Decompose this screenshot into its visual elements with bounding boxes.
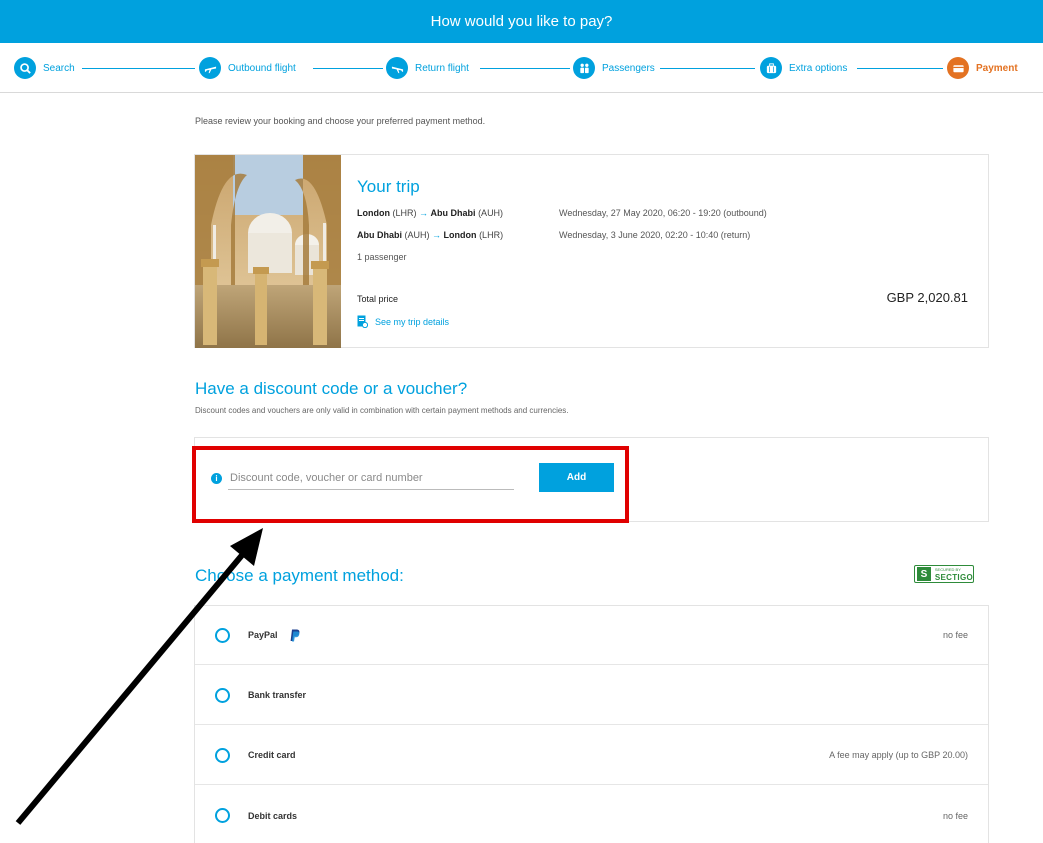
total-price-value: GBP 2,020.81 <box>886 290 968 305</box>
step-search[interactable]: Search <box>14 57 79 79</box>
payment-methods-list: PayPal no fee Bank transfer Credit card … <box>194 605 989 843</box>
discount-subtitle: Discount codes and vouchers are only val… <box>195 406 569 415</box>
page-header: How would you like to pay? <box>0 0 1043 43</box>
destination-photo <box>195 155 341 348</box>
plane-outbound-icon <box>199 57 221 79</box>
payment-method-credit-card[interactable]: Credit card A fee may apply (up to GBP 2… <box>195 726 988 785</box>
step-outbound-flight[interactable]: Outbound flight <box>199 57 300 79</box>
step-connector <box>857 68 943 69</box>
add-discount-button[interactable]: Add <box>539 463 614 492</box>
radio-button[interactable] <box>215 747 230 763</box>
paypal-icon <box>290 629 299 641</box>
step-label: Payment <box>976 62 1018 74</box>
search-icon <box>14 57 36 79</box>
step-connector <box>82 68 195 69</box>
step-label: Return flight <box>415 62 469 74</box>
sectigo-logo-icon: S <box>917 567 931 581</box>
arrow-right-icon: → <box>432 230 442 240</box>
step-payment[interactable]: Payment <box>947 57 1022 79</box>
step-label: Outbound flight <box>228 62 296 74</box>
payment-method-paypal[interactable]: PayPal no fee <box>195 606 988 665</box>
payment-fee: no fee <box>942 630 968 640</box>
trip-summary-card: Your trip London (LHR) → Abu Dhabi (AUH)… <box>194 154 989 348</box>
info-icon[interactable]: i <box>211 473 222 484</box>
passengers-icon <box>573 57 595 79</box>
payment-method-bank-transfer[interactable]: Bank transfer <box>195 666 988 725</box>
trip-title: Your trip <box>357 177 420 196</box>
luggage-icon <box>760 57 782 79</box>
step-connector <box>313 68 383 69</box>
passenger-count: 1 passenger <box>357 252 407 262</box>
sectigo-secured-badge: S SECURED BY SECTIGO <box>914 565 974 583</box>
payment-heading: Choose a payment method: <box>195 566 404 585</box>
total-price-label: Total price <box>357 294 399 304</box>
segment-return-route: Abu Dhabi (AUH) → London (LHR) <box>357 230 504 240</box>
radio-button[interactable] <box>215 627 230 643</box>
segment-outbound-date: Wednesday, 27 May 2020, 06:20 - 19:20 (o… <box>559 208 767 218</box>
step-label: Extra options <box>789 62 848 74</box>
radio-button[interactable] <box>215 808 230 823</box>
step-connector <box>480 68 570 69</box>
trip-details-link[interactable]: See my trip details <box>357 315 449 328</box>
segment-return-date: Wednesday, 3 June 2020, 02:20 - 10:40 (r… <box>559 230 751 240</box>
step-extra-options[interactable]: Extra options <box>760 57 852 79</box>
arrow-right-icon: → <box>419 208 429 218</box>
plane-return-icon <box>386 57 408 79</box>
intro-text: Please review your booking and choose yo… <box>195 116 486 126</box>
document-icon <box>357 315 368 328</box>
step-label: Search <box>43 62 75 74</box>
payment-fee: no fee <box>942 810 968 821</box>
payment-fee: A fee may apply (up to GBP 20.00) <box>829 750 968 760</box>
step-passengers[interactable]: Passengers <box>573 57 659 79</box>
step-label: Passengers <box>602 62 655 74</box>
discount-heading: Have a discount code or a voucher? <box>195 379 468 398</box>
step-connector <box>660 68 755 69</box>
page-title: How would you like to pay? <box>430 13 613 30</box>
discount-code-input[interactable] <box>228 466 514 490</box>
segment-outbound-route: London (LHR) → Abu Dhabi (AUH) <box>357 208 504 218</box>
step-return-flight[interactable]: Return flight <box>386 57 473 79</box>
card-icon <box>947 57 969 79</box>
payment-method-debit-cards[interactable]: Debit cards no fee <box>195 786 988 843</box>
radio-button[interactable] <box>215 687 230 703</box>
